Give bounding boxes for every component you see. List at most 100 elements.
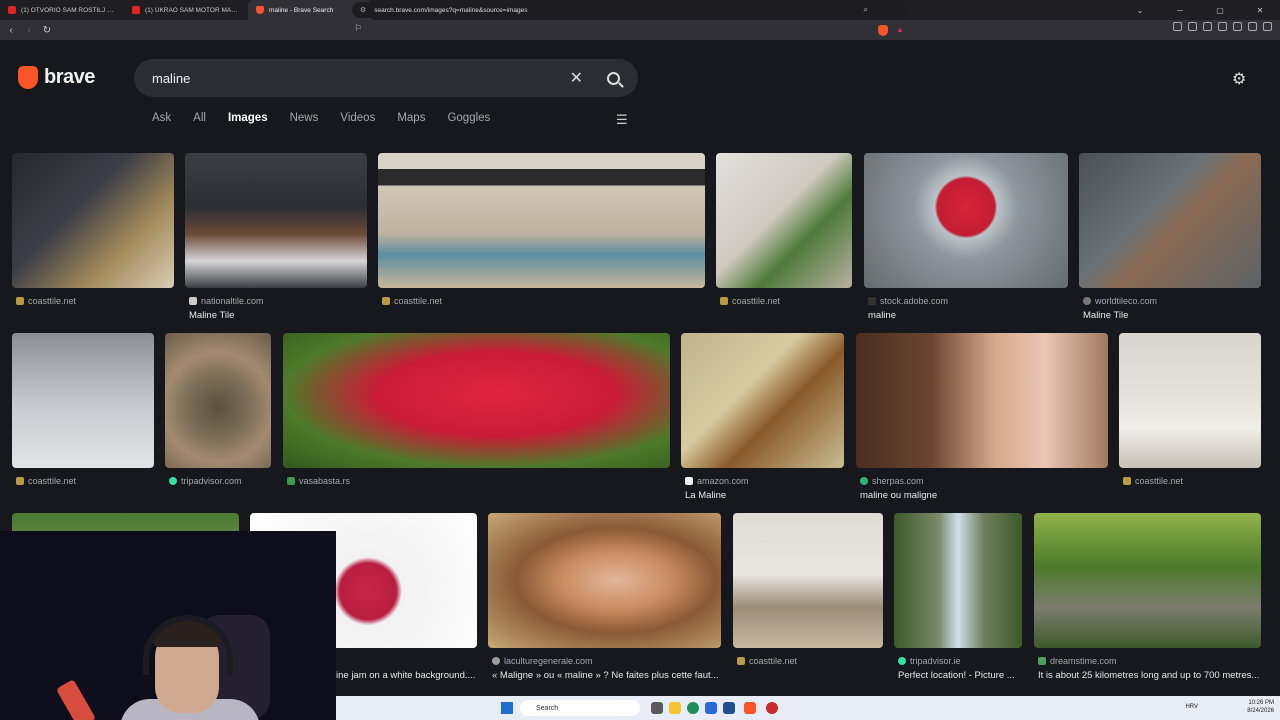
result-thumbnail[interactable] bbox=[488, 513, 721, 648]
result-source[interactable]: stock.adobe.com bbox=[868, 296, 948, 306]
result-thumbnail[interactable] bbox=[1119, 333, 1261, 468]
leo-icon[interactable] bbox=[1233, 22, 1242, 31]
browser-tab-2[interactable]: (1) UKRAO SAM MOTOR MARKA JAC... bbox=[124, 0, 248, 20]
result-source[interactable]: sherpas.com bbox=[860, 476, 924, 486]
edge-icon[interactable] bbox=[687, 702, 699, 714]
tab-videos[interactable]: Videos bbox=[340, 112, 375, 124]
result-thumbnail[interactable] bbox=[1034, 513, 1261, 648]
result-thumbnail[interactable] bbox=[894, 513, 1022, 648]
result-source[interactable]: coasttile.net bbox=[720, 296, 780, 306]
mail-icon[interactable] bbox=[723, 702, 735, 714]
result-thumbnail[interactable] bbox=[856, 333, 1108, 468]
result-thumbnail[interactable] bbox=[681, 333, 844, 468]
close-window-button[interactable]: ✕ bbox=[1240, 6, 1280, 15]
result-source[interactable]: coasttile.net bbox=[16, 296, 76, 306]
brave-rewards-icon[interactable]: ▲ bbox=[896, 25, 906, 35]
image-result[interactable]: vasabasta.rs bbox=[283, 333, 670, 503]
filters-icon[interactable]: ☰ bbox=[616, 112, 628, 128]
result-thumbnail[interactable] bbox=[165, 333, 271, 468]
url-bar[interactable]: ⚙ search.brave.com/images?q=maline&sourc… bbox=[352, 2, 908, 18]
tab-all[interactable]: All bbox=[193, 112, 206, 124]
search-box[interactable]: maline ✕ bbox=[134, 59, 638, 97]
result-title[interactable]: maline bbox=[868, 310, 1068, 321]
image-result[interactable]: sherpas.com maline ou maligne bbox=[856, 333, 1108, 503]
sidebar-icon[interactable] bbox=[1203, 22, 1212, 31]
language-indicator[interactable]: HRV bbox=[1185, 704, 1198, 710]
result-thumbnail[interactable] bbox=[1079, 153, 1261, 288]
zoom-icon[interactable]: ⌕ bbox=[864, 5, 868, 15]
search-icon[interactable] bbox=[607, 71, 620, 85]
result-thumbnail[interactable] bbox=[185, 153, 367, 288]
result-title[interactable]: Perfect location! - Picture ... bbox=[898, 670, 1022, 681]
image-result[interactable]: tripadvisor.ie Perfect location! - Pictu… bbox=[894, 513, 1022, 683]
forward-icon[interactable]: › bbox=[22, 25, 36, 36]
image-result[interactable]: tripadvisor.com bbox=[165, 333, 271, 503]
image-result[interactable]: nationaltile.com Maline Tile bbox=[185, 153, 367, 323]
result-thumbnail[interactable] bbox=[283, 333, 670, 468]
result-title[interactable]: It is about 25 kilometres long and up to… bbox=[1038, 670, 1261, 681]
image-result[interactable]: coasttile.net bbox=[12, 333, 154, 503]
bookmark-icon[interactable]: ⚐ bbox=[354, 23, 362, 34]
tab-goggles[interactable]: Goggles bbox=[447, 112, 490, 124]
browser-tab-1[interactable]: (1) OTVORIO SAM ROSTILJ U AKVAR... bbox=[0, 0, 124, 20]
store-icon[interactable] bbox=[705, 702, 717, 714]
menu-icon[interactable] bbox=[1263, 22, 1272, 31]
image-result[interactable]: coasttile.net bbox=[12, 153, 174, 323]
tab-ask[interactable]: Ask bbox=[152, 112, 171, 124]
result-title[interactable]: Maline Tile bbox=[189, 310, 367, 321]
clear-icon[interactable]: ✕ bbox=[570, 68, 583, 88]
result-source[interactable]: coasttile.net bbox=[382, 296, 442, 306]
brave-icon[interactable] bbox=[744, 702, 756, 714]
taskbar-search[interactable]: Search bbox=[520, 700, 640, 716]
result-source[interactable]: coasttile.net bbox=[737, 656, 797, 666]
clock[interactable]: 10:26 PM 8/24/2026 bbox=[1247, 699, 1274, 715]
image-result[interactable]: dreamstime.com It is about 25 kilometres… bbox=[1034, 513, 1261, 683]
tab-news[interactable]: News bbox=[290, 112, 319, 124]
result-source[interactable]: amazon.com bbox=[685, 476, 749, 486]
result-title[interactable]: La Maline bbox=[685, 490, 845, 501]
tab-search-chevron-icon[interactable]: ⌄ bbox=[1120, 6, 1160, 15]
image-result[interactable]: worldtileco.com Maline Tile bbox=[1079, 153, 1261, 323]
image-result[interactable]: amazon.com La Maline bbox=[681, 333, 844, 503]
reload-icon[interactable]: ↻ bbox=[40, 25, 54, 36]
result-thumbnail[interactable] bbox=[12, 333, 154, 468]
back-icon[interactable]: ‹ bbox=[4, 25, 18, 36]
image-result[interactable]: coasttile.net bbox=[716, 153, 852, 323]
file-explorer-icon[interactable] bbox=[669, 702, 681, 714]
result-thumbnail[interactable] bbox=[378, 153, 705, 288]
result-title[interactable]: « Maligne » ou « maline » ? Ne faites pl… bbox=[492, 670, 721, 681]
image-result[interactable]: stock.adobe.com maline bbox=[864, 153, 1068, 323]
wallet-icon[interactable] bbox=[1218, 22, 1227, 31]
extension-icon[interactable] bbox=[1173, 22, 1182, 31]
image-result[interactable]: coasttile.net bbox=[733, 513, 883, 683]
result-source[interactable]: worldtileco.com bbox=[1083, 296, 1157, 306]
result-source[interactable]: nationaltile.com bbox=[189, 296, 264, 306]
search-input[interactable]: maline bbox=[152, 71, 570, 86]
result-thumbnail[interactable] bbox=[864, 153, 1068, 288]
result-source[interactable]: tripadvisor.com bbox=[169, 476, 242, 486]
tab-images[interactable]: Images bbox=[228, 112, 268, 124]
result-thumbnail[interactable] bbox=[733, 513, 883, 648]
task-view-icon[interactable] bbox=[651, 702, 663, 714]
image-result[interactable]: laculturegenerale.com « Maligne » ou « m… bbox=[488, 513, 721, 683]
result-source[interactable]: coasttile.net bbox=[1123, 476, 1183, 486]
tab-maps[interactable]: Maps bbox=[397, 112, 425, 124]
gear-icon[interactable]: ⚙ bbox=[1232, 69, 1246, 89]
result-source[interactable]: laculturegenerale.com bbox=[492, 656, 593, 666]
music-icon[interactable] bbox=[1188, 22, 1197, 31]
brave-logo[interactable]: brave bbox=[18, 66, 95, 89]
windows-start-icon[interactable] bbox=[501, 702, 513, 714]
vpn-icon[interactable] bbox=[1248, 22, 1257, 31]
maximize-button[interactable]: ▢ bbox=[1200, 6, 1240, 15]
result-thumbnail[interactable] bbox=[716, 153, 852, 288]
brave-shield-icon[interactable] bbox=[878, 25, 888, 36]
result-source[interactable]: tripadvisor.ie bbox=[898, 656, 961, 666]
result-source[interactable]: dreamstime.com bbox=[1038, 656, 1117, 666]
result-source[interactable]: vasabasta.rs bbox=[287, 476, 350, 486]
result-title[interactable]: maline ou maligne bbox=[860, 490, 1108, 501]
app-icon[interactable] bbox=[766, 702, 778, 714]
result-title[interactable]: Maline Tile bbox=[1083, 310, 1261, 321]
site-settings-icon[interactable]: ⚙ bbox=[360, 6, 366, 14]
result-source[interactable]: coasttile.net bbox=[16, 476, 76, 486]
image-result[interactable]: coasttile.net bbox=[378, 153, 705, 323]
